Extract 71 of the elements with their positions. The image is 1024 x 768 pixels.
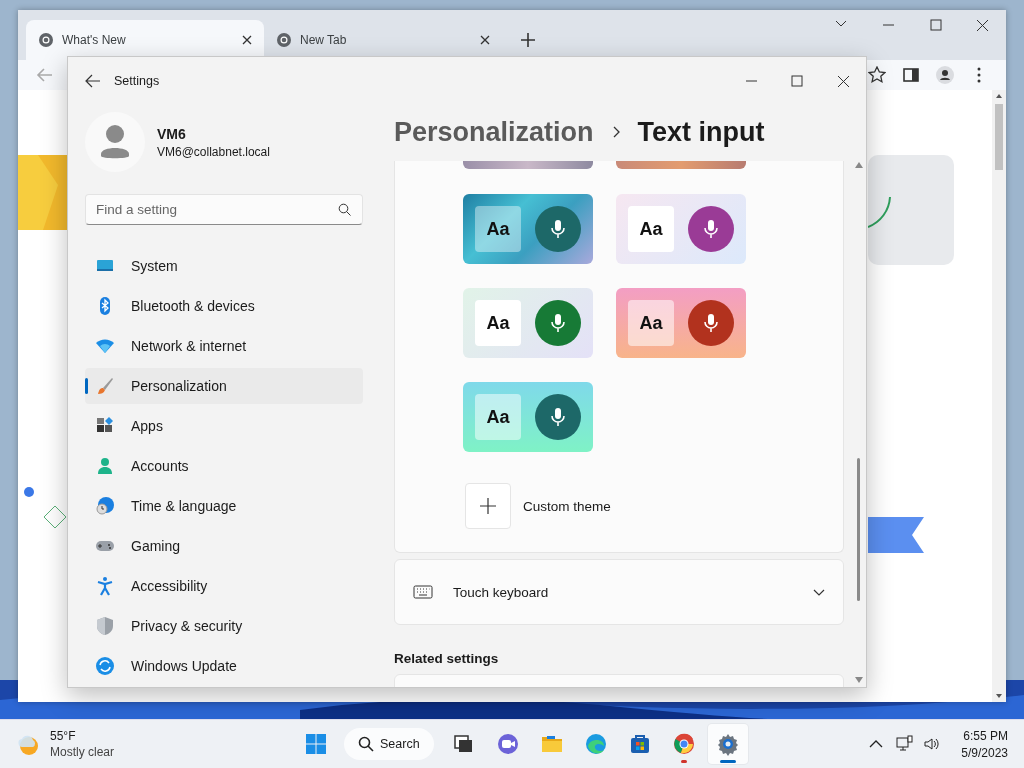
breadcrumb-link[interactable]: Personalization: [394, 116, 594, 148]
font-sample: Aa: [475, 394, 521, 440]
search-field[interactable]: Find a setting: [85, 194, 363, 225]
star-icon[interactable]: [868, 66, 886, 84]
font-sample: Aa: [475, 206, 521, 252]
windows-icon: [304, 732, 328, 756]
nav-item[interactable]: Accessibility: [85, 568, 363, 604]
nav-item[interactable]: Gaming: [85, 528, 363, 564]
browser-tab[interactable]: What's New: [26, 20, 264, 60]
nav-icon: [95, 616, 115, 636]
nav-item[interactable]: Privacy & security: [85, 608, 363, 644]
nav-item[interactable]: Accounts: [85, 448, 363, 484]
account-name: VM6: [157, 125, 187, 142]
nav-item[interactable]: Windows Update: [85, 648, 363, 684]
font-sample: Aa: [475, 300, 521, 346]
flag-graphic: [868, 517, 924, 553]
font-sample: Aa: [628, 206, 674, 252]
app-icon: [671, 732, 696, 756]
search-icon: [338, 203, 351, 216]
clock[interactable]: 6:55 PM 5/9/2023: [961, 728, 1008, 760]
scroll-down-icon[interactable]: [855, 677, 863, 683]
nav-item[interactable]: Time & language: [85, 488, 363, 524]
font-sample: Aa: [628, 300, 674, 346]
scrollbar[interactable]: [854, 162, 864, 683]
app-icon: [583, 732, 608, 756]
nav-item[interactable]: Personalization: [85, 368, 363, 404]
chrome-icon: [276, 32, 292, 48]
account-email: VM6@collabnet.local: [157, 144, 270, 159]
weather-condition: Mostly clear: [50, 745, 114, 759]
plus-icon: [480, 498, 496, 514]
nav-item[interactable]: Network & internet: [85, 328, 363, 364]
page-title: Text input: [637, 116, 765, 148]
touch-keyboard-row[interactable]: Touch keyboard: [394, 559, 844, 625]
theme-tile[interactable]: Aa: [463, 288, 593, 358]
temperature: 55°F: [50, 729, 77, 743]
search-button[interactable]: Search: [344, 728, 434, 760]
nav-icon: [95, 376, 115, 396]
network-icon[interactable]: [895, 735, 914, 753]
close-icon[interactable]: [480, 35, 490, 45]
window-title: Settings: [114, 73, 160, 88]
browser-tab[interactable]: New Tab: [264, 20, 502, 60]
app-icon: [495, 732, 520, 756]
taskbar-app[interactable]: [707, 724, 748, 764]
section-heading: Related settings: [394, 651, 500, 666]
scroll-up-icon[interactable]: [855, 162, 863, 168]
side-panel-icon[interactable]: [902, 66, 920, 84]
profile-icon[interactable]: [936, 66, 954, 84]
theme-tile[interactable]: Aa: [616, 288, 746, 358]
nav-icon: [95, 576, 115, 596]
nav-icon: [95, 496, 115, 516]
theme-tile[interactable]: Aa: [616, 194, 746, 264]
scrollbar[interactable]: [992, 90, 1006, 702]
dot-icon: [23, 486, 35, 498]
theme-tile[interactable]: Aa: [463, 194, 593, 264]
nav-item[interactable]: System: [85, 248, 363, 284]
touch-keyboard-label: Touch keyboard: [453, 584, 549, 600]
theme-tile[interactable]: [616, 161, 746, 169]
volume-icon[interactable]: [923, 735, 942, 753]
nav-icon: [95, 656, 115, 676]
close-icon[interactable]: [242, 35, 252, 45]
custom-theme-label: Custom theme: [523, 498, 611, 514]
add-theme-button[interactable]: [465, 483, 511, 529]
theme-tile[interactable]: [463, 161, 593, 169]
search-icon: [358, 736, 374, 752]
keyboard-icon: [413, 585, 433, 599]
chrome-icon: [38, 32, 54, 48]
theme-tile[interactable]: Aa: [463, 382, 593, 452]
nav-item[interactable]: Apps: [85, 408, 363, 444]
nav-item[interactable]: Bluetooth & devices: [85, 288, 363, 324]
avatar-icon[interactable]: [85, 112, 145, 172]
nav-icon: [95, 456, 115, 476]
